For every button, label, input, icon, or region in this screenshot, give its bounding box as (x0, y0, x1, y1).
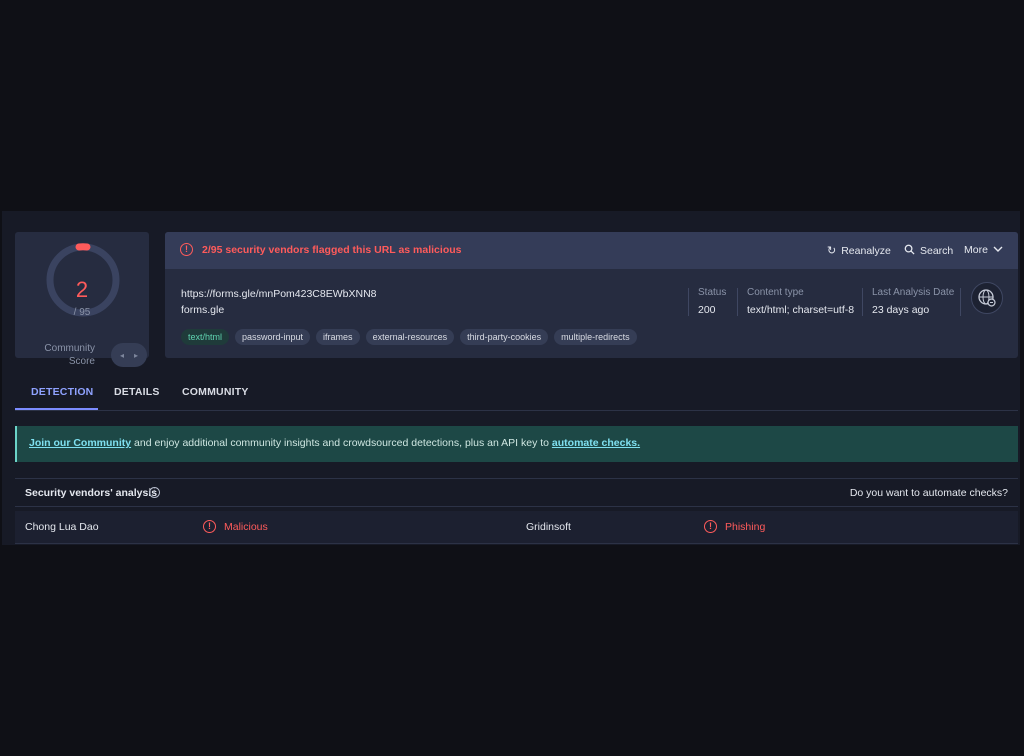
alert-icon: ! (704, 520, 717, 533)
more-menu-button[interactable]: More (964, 244, 1003, 256)
status-field: Status 200 (698, 287, 727, 316)
join-community-link[interactable]: Join our Community (29, 437, 131, 449)
vendor-verdict: ! Malicious (203, 520, 268, 533)
analyzed-url: https://forms.gle/mnPom423C8EWbXNN8 (181, 288, 377, 300)
divider (737, 288, 738, 316)
app-window: 2 / 95 Community Score ◂ ▸ ! 2/95 securi… (2, 211, 1020, 545)
refresh-icon: ↻ (827, 245, 837, 257)
tab-community[interactable]: COMMUNITY (182, 386, 249, 398)
reanalyze-button[interactable]: ↻ Reanalyze (827, 244, 891, 258)
community-vote-control[interactable]: ◂ ▸ (111, 343, 147, 367)
tab-bar: DETECTION DETAILS COMMUNITY (15, 374, 1018, 411)
tag[interactable]: text/html (181, 329, 230, 345)
vendor-verdict: ! Phishing (704, 520, 765, 533)
tab-details[interactable]: DETAILS (114, 386, 160, 398)
alert-icon: ! (203, 520, 216, 533)
community-banner: Join our Community and enjoy additional … (15, 426, 1018, 462)
alert-icon: ! (180, 243, 193, 256)
content-type-field: Content type text/html; charset=utf-8 (747, 287, 855, 316)
alert-bar: ! 2/95 security vendors flagged this URL… (165, 232, 1018, 269)
vendor-name: Gridinsoft (526, 521, 571, 533)
globe-link-icon[interactable] (971, 282, 1003, 314)
tab-detection[interactable]: DETECTION (31, 386, 93, 398)
tag[interactable]: external-resources (365, 329, 455, 345)
community-score-card: 2 / 95 Community Score ◂ ▸ (15, 232, 149, 367)
detection-total: / 95 (73, 307, 91, 318)
divider (862, 288, 863, 316)
tag[interactable]: iframes (316, 329, 360, 345)
detection-score: 2 (75, 277, 89, 302)
url-summary-card: ! 2/95 security vendors flagged this URL… (165, 232, 1018, 358)
vendors-header: Security vendors' analysis i Do you want… (15, 478, 1018, 507)
tag-list: text/html password-input iframes externa… (181, 329, 637, 345)
chevron-down-icon (993, 244, 1003, 256)
vendor-name: Chong Lua Dao (25, 521, 99, 533)
banner-text: and enjoy additional community insights … (131, 437, 552, 449)
search-button[interactable]: Search (904, 244, 953, 258)
tag[interactable]: password-input (235, 329, 311, 345)
divider (688, 288, 689, 316)
thumb-down-icon[interactable]: ◂ (120, 351, 124, 360)
community-score-label: Community Score (44, 343, 95, 367)
active-tab-indicator (15, 408, 98, 410)
tag[interactable]: third-party-cookies (460, 329, 549, 345)
last-analysis-field: Last Analysis Date 23 days ago (872, 287, 955, 316)
alert-text: 2/95 security vendors flagged this URL a… (202, 244, 462, 256)
thumb-up-icon[interactable]: ▸ (134, 351, 138, 360)
table-row: Chong Lua Dao ! Malicious Gridinsoft ! P… (15, 511, 1018, 544)
automate-checks-link[interactable]: automate checks. (552, 437, 640, 449)
vendors-title: Security vendors' analysis (25, 487, 158, 499)
analyzed-domain[interactable]: forms.gle (181, 304, 224, 316)
divider (960, 288, 961, 316)
info-icon[interactable]: i (149, 487, 160, 498)
tag[interactable]: multiple-redirects (554, 329, 637, 345)
search-icon (904, 244, 915, 258)
automate-checks-prompt[interactable]: Do you want to automate checks? (850, 487, 1008, 499)
